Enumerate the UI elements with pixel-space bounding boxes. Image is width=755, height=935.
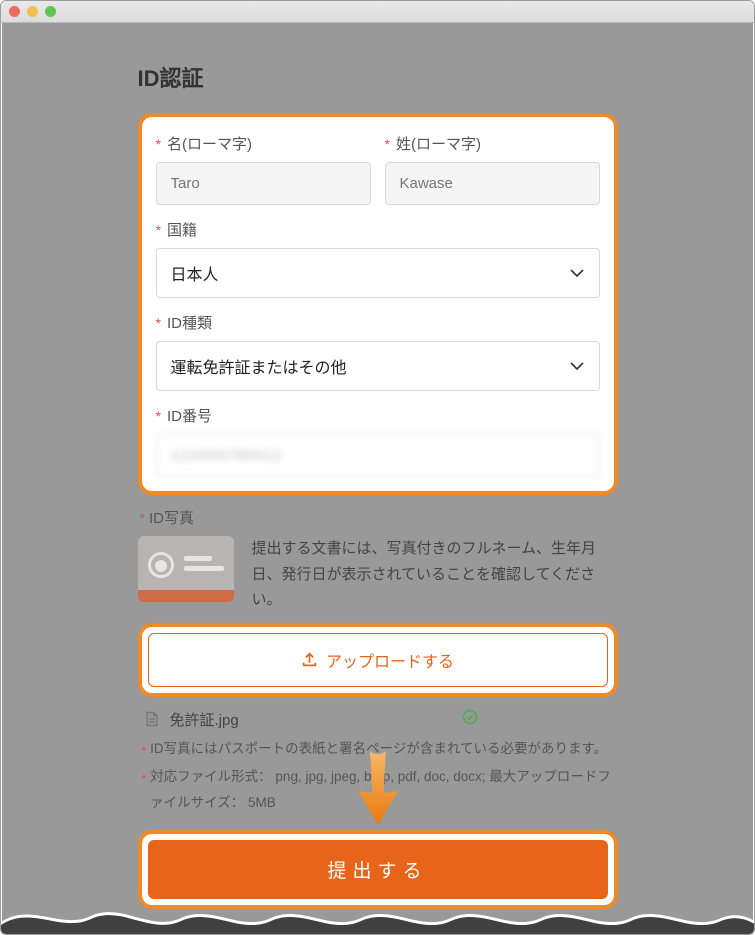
id-card-illustration-icon [138,536,234,602]
upload-icon [301,651,318,668]
submit-button-callout: 提出する [138,830,618,909]
nationality-label: *国籍 [156,219,600,240]
id-photo-label: *ID写真 [140,507,618,528]
upload-success-icon [462,709,478,729]
upload-button-callout: アップロードする [138,623,618,697]
upload-button[interactable]: アップロードする [148,633,608,687]
chevron-down-icon [569,358,585,374]
last-name-label: *姓(ローマ字) [385,133,600,154]
window-titlebar [1,1,754,23]
id-type-label: *ID種類 [156,312,600,333]
document-icon [144,711,160,727]
note-file-formats: *対応ファイル形式： png, jpg, jpeg, bmp, pdf, doc… [142,764,618,815]
chevron-down-icon [569,265,585,281]
window-zoom-icon[interactable] [45,6,56,17]
id-number-input[interactable]: 123456789012 [156,434,600,477]
form-fields-callout: *名(ローマ字) *姓(ローマ字) *国籍 日本人 [138,113,618,495]
uploaded-file-row: 免許証.jpg [144,709,618,730]
nationality-select[interactable]: 日本人 [156,248,600,298]
last-name-input[interactable] [385,162,600,205]
id-photo-description: 提出する文書には、写真付きのフルネーム、生年月日、発行日が表示されていることを確… [252,536,618,613]
id-number-label: *ID番号 [156,405,600,426]
window-close-icon[interactable] [9,6,20,17]
id-type-select[interactable]: 運転免許証またはその他 [156,341,600,391]
uploaded-file-name: 免許証.jpg [170,709,239,730]
window-minimize-icon[interactable] [27,6,38,17]
first-name-input[interactable] [156,162,371,205]
nationality-value: 日本人 [171,261,219,285]
page-title: ID認証 [138,61,618,93]
submit-button[interactable]: 提出する [148,840,608,899]
id-type-value: 運転免許証またはその他 [171,354,347,378]
first-name-label: *名(ローマ字) [156,133,371,154]
note-passport: *ID写真にはパスポートの表紙と署名ページが含まれている必要があります。 [142,736,618,763]
